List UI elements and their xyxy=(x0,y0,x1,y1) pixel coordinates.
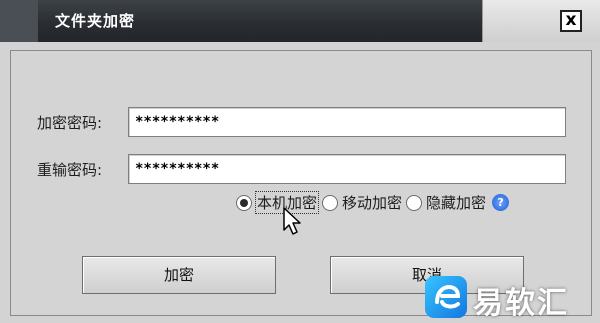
watermark-text: 易软汇 xyxy=(473,286,569,321)
watermark-e-icon xyxy=(435,284,461,309)
mouse-pointer-icon xyxy=(283,207,301,235)
radio-hidden-encrypt-label: 隐藏加密 xyxy=(426,194,487,212)
title-bar-left-block xyxy=(0,0,38,42)
radio-mobile-encrypt[interactable]: 移动加密 xyxy=(322,192,402,213)
radio-hidden-encrypt-circle xyxy=(406,194,423,211)
watermark-badge-icon xyxy=(425,276,467,318)
window-title: 文件夹加密 xyxy=(55,12,136,30)
confirm-password-label: 重输密码: xyxy=(37,161,103,179)
radio-selected-dot xyxy=(240,198,248,207)
radio-mobile-encrypt-circle xyxy=(322,194,339,211)
radio-mobile-encrypt-label: 移动加密 xyxy=(342,194,403,212)
folder-encrypt-dialog: 文件夹加密 x 加密密码: ********** 重输密码: *********… xyxy=(0,0,600,323)
radio-local-encrypt[interactable]: 本机加密 xyxy=(236,191,320,214)
radio-hidden-encrypt[interactable]: 隐藏加密 xyxy=(406,192,486,213)
help-icon[interactable]: ? xyxy=(492,194,510,211)
password-field[interactable]: ********** xyxy=(128,107,566,137)
encrypt-mode-group: 本机加密 移动加密 隐藏加密 ? xyxy=(236,191,510,214)
password-label: 加密密码: xyxy=(37,114,103,132)
watermark-logo: 易软汇 xyxy=(425,270,600,323)
encrypt-button[interactable]: 加密 xyxy=(82,256,276,294)
title-bar-right-block xyxy=(482,0,600,42)
close-button[interactable]: x xyxy=(560,10,582,32)
title-bar: 文件夹加密 x xyxy=(0,0,600,42)
confirm-password-field[interactable]: ********** xyxy=(128,154,566,184)
radio-local-encrypt-circle xyxy=(236,194,252,211)
